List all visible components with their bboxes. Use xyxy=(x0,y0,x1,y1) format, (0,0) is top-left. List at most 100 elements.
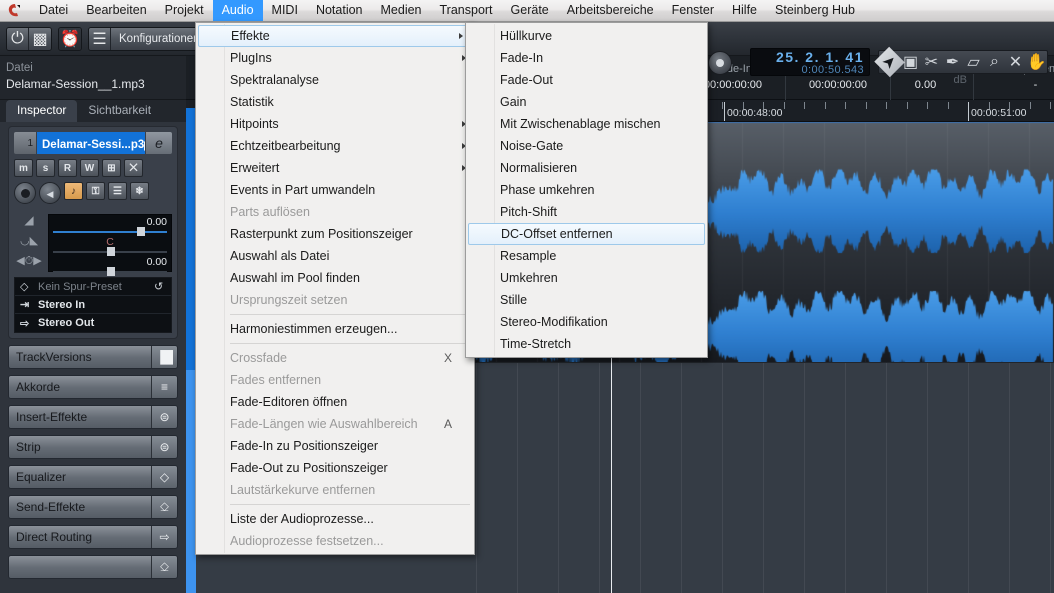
menu-item-fade-out-zu-positionszeiger[interactable]: Fade-Out zu Positionszeiger xyxy=(196,457,474,479)
toolbar-group-config[interactable]: ☰ Konfigurationen xyxy=(88,27,209,51)
inspector-section-direct-routing[interactable]: Direct Routing⇨ xyxy=(8,525,178,549)
menubar-item-bearbeiten[interactable]: Bearbeiten xyxy=(77,0,155,21)
effects-submenu-popup[interactable]: HüllkurveFade-InFade-OutGainMit Zwischen… xyxy=(465,22,708,358)
crossfade-icon[interactable]: ⨉ xyxy=(124,159,143,177)
menu-item-stille[interactable]: Stille xyxy=(466,289,707,311)
menubar-item-transport[interactable]: Transport xyxy=(431,0,502,21)
track-meters[interactable]: 0.00 C 0.00 xyxy=(48,214,172,272)
track-name-field[interactable]: Delamar-Sessi...p3 ▶ xyxy=(37,132,145,154)
monitor-button[interactable]: ◀ xyxy=(39,182,61,204)
inspector-section-trackversions[interactable]: TrackVersions▐█ xyxy=(8,345,178,369)
panels-icon[interactable]: ▩ xyxy=(29,28,51,50)
menubar-item-notation[interactable]: Notation xyxy=(307,0,372,21)
menubar-item-steinberg-hub[interactable]: Steinberg Hub xyxy=(766,0,864,21)
inspector-sections[interactable]: TrackVersions▐█ Akkorde≡ Insert-Effekte⊜ St… xyxy=(0,345,186,579)
menu-item-fade-out[interactable]: Fade-Out xyxy=(466,69,707,91)
tool-buttons[interactable]: ➤▣✂✒▱⌕✕✋ xyxy=(878,50,1048,74)
menu-item-crossfade[interactable]: CrossfadeX xyxy=(196,347,474,369)
menu-item-fade-editoren-ffnen[interactable]: Fade-Editoren öffnen xyxy=(196,391,474,413)
configurations-label[interactable]: Konfigurationen xyxy=(111,28,208,50)
versions-icon[interactable]: ▐█ xyxy=(151,346,177,368)
mute-button[interactable]: m xyxy=(14,159,33,177)
menu-item-umkehren[interactable]: Umkehren xyxy=(466,267,707,289)
menubar-item-ger-te[interactable]: Geräte xyxy=(502,0,558,21)
menu-item-phase-umkehren[interactable]: Phase umkehren xyxy=(466,179,707,201)
toolbar-group-metronome[interactable]: ⏰ xyxy=(58,27,82,51)
menu-item-stereo-modifikation[interactable]: Stereo-Modifikation xyxy=(466,311,707,333)
glue-icon[interactable]: ✒ xyxy=(942,51,963,73)
list-icon[interactable]: ☰ xyxy=(89,28,111,50)
time-display[interactable]: 25. 2. 1. 41 0:00:50.543 xyxy=(750,48,870,76)
zoom-icon[interactable]: ⌕ xyxy=(984,51,1005,73)
menu-item-hitpoints[interactable]: Hitpoints xyxy=(196,113,474,135)
menu-item-plugins[interactable]: PlugIns xyxy=(196,47,474,69)
menu-item-lautst-rkekurve-entfernen[interactable]: Lautstärkekurve entfernen xyxy=(196,479,474,501)
scissors-icon[interactable]: ✂ xyxy=(921,51,942,73)
menu-item-audioprozesse-festsetzen[interactable]: Audioprozesse festsetzen... xyxy=(196,530,474,552)
menu-item-auswahl-im-pool-finden[interactable]: Auswahl im Pool finden xyxy=(196,267,474,289)
track-header-row[interactable]: 1 Delamar-Sessi...p3 ▶ e xyxy=(14,132,172,154)
inspector-tabs[interactable]: InspectorSichtbarkeit xyxy=(0,100,186,122)
menubar-item-medien[interactable]: Medien xyxy=(372,0,431,21)
hand-icon[interactable]: ✋ xyxy=(1026,51,1047,73)
menu-item-gain[interactable]: Gain xyxy=(466,91,707,113)
routing-row-0[interactable]: ◇Kein Spur-Preset↺ xyxy=(15,278,171,296)
menu-item-effekte[interactable]: Effekte xyxy=(198,25,472,47)
menubar-item-datei[interactable]: Datei xyxy=(30,0,77,21)
mute-x-icon[interactable]: ✕ xyxy=(1005,51,1026,73)
menu-item-mit-zwischenablage-mischen[interactable]: Mit Zwischenablage mischen xyxy=(466,113,707,135)
inspector-section-send-effekte[interactable]: Send-Effekte⎐ xyxy=(8,495,178,519)
menu-item-harmoniestimmen-erzeugen[interactable]: Harmoniestimmen erzeugen... xyxy=(196,318,474,340)
strip-icon[interactable]: ⊜ xyxy=(151,436,177,458)
menubar-item-projekt[interactable]: Projekt xyxy=(156,0,213,21)
menu-item-statistik[interactable]: Statistik xyxy=(196,91,474,113)
record-icon[interactable] xyxy=(708,51,732,75)
send-icon[interactable]: ⎐ xyxy=(151,496,177,518)
menubar-item-fenster[interactable]: Fenster xyxy=(663,0,723,21)
routing-row-2[interactable]: ⇨Stereo Out xyxy=(15,314,171,332)
menu-item-noise-gate[interactable]: Noise-Gate xyxy=(466,135,707,157)
columns-icon[interactable]: ☰ xyxy=(108,182,127,200)
toolbar-group-left[interactable]: ⏻ ▩ xyxy=(6,27,52,51)
menu-item-fade-l-ngen-wie-auswahlbereich[interactable]: Fade-Längen wie AuswahlbereichA xyxy=(196,413,474,435)
lanes-icon[interactable]: ⊞ xyxy=(102,159,121,177)
track-buttons-row-1[interactable]: msRW⊞⨉ xyxy=(14,159,172,177)
lock-icon[interactable]: ⚿ xyxy=(86,182,105,200)
read-automation-button[interactable]: R xyxy=(58,159,77,177)
snowflake-icon[interactable]: ❄ xyxy=(130,182,149,200)
insert-icon[interactable]: ⊜ xyxy=(151,406,177,428)
eraser-icon[interactable]: ▱ xyxy=(963,51,984,73)
inspector-section-akkorde[interactable]: Akkorde≡ xyxy=(8,375,178,399)
note-icon[interactable]: ♪ xyxy=(64,182,83,200)
inspector-section-insert-effekte[interactable]: Insert-Effekte⊜ xyxy=(8,405,178,429)
routing-list[interactable]: ◇Kein Spur-Preset↺⇥Stereo In⇨Stereo Out xyxy=(14,277,172,333)
volume-slider[interactable] xyxy=(53,231,167,233)
delay-slider[interactable] xyxy=(53,271,167,273)
menu-item-auswahl-als-datei[interactable]: Auswahl als Datei xyxy=(196,245,474,267)
inspector-section-strip[interactable]: Strip⊜ xyxy=(8,435,178,459)
write-automation-button[interactable]: W xyxy=(80,159,99,177)
record-enable-button[interactable] xyxy=(14,182,36,204)
menu-bar[interactable]: DateiBearbeitenProjektAudioMIDINotationM… xyxy=(0,0,1054,22)
menubar-item-hilfe[interactable]: Hilfe xyxy=(723,0,766,21)
edit-e-icon[interactable]: e xyxy=(146,132,172,154)
menu-item-resample[interactable]: Resample xyxy=(466,245,707,267)
menu-item-rasterpunkt-zum-positionszeiger[interactable]: Rasterpunkt zum Positionszeiger xyxy=(196,223,474,245)
pan-slider[interactable] xyxy=(53,251,167,253)
reset-icon[interactable]: ↺ xyxy=(154,280,166,293)
menu-item-parts-aufl-sen[interactable]: Parts auflösen xyxy=(196,201,474,223)
menu-item-fades-entfernen[interactable]: Fades entfernen xyxy=(196,369,474,391)
menu-item-erweitert[interactable]: Erweitert xyxy=(196,157,474,179)
audio-menu-popup[interactable]: EffektePlugInsSpektralanalyseStatistikHi… xyxy=(195,22,475,555)
more-icon[interactable]: ⎐ xyxy=(151,556,177,578)
power-icon[interactable]: ⏻ xyxy=(7,28,29,50)
metronome-icon[interactable]: ⏰ xyxy=(59,28,81,50)
routing-row-1[interactable]: ⇥Stereo In xyxy=(15,296,171,314)
menu-item-normalisieren[interactable]: Normalisieren xyxy=(466,157,707,179)
chords-icon[interactable]: ≡ xyxy=(151,376,177,398)
menubar-item-arbeitsbereiche[interactable]: Arbeitsbereiche xyxy=(558,0,663,21)
menu-item-echtzeitbearbeitung[interactable]: Echtzeitbearbeitung xyxy=(196,135,474,157)
menu-item-h-llkurve[interactable]: Hüllkurve xyxy=(466,25,707,47)
menu-item-liste-der-audioprozesse[interactable]: Liste der Audioprozesse... xyxy=(196,508,474,530)
tab-sichtbarkeit[interactable]: Sichtbarkeit xyxy=(77,100,162,122)
